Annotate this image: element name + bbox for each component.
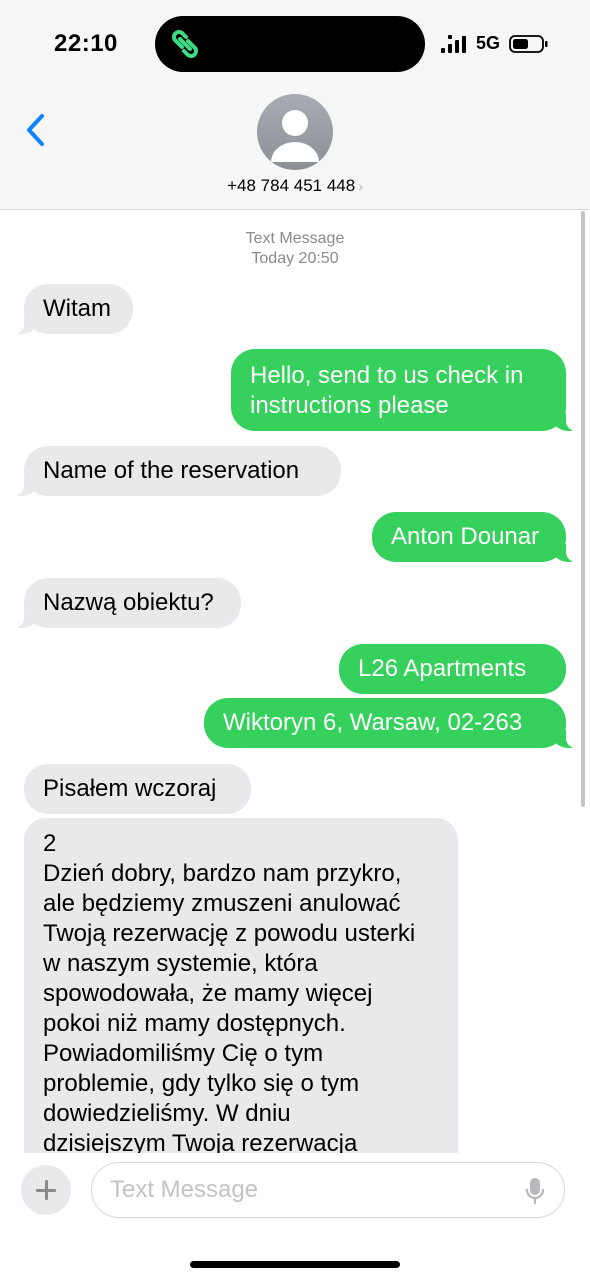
- incoming-message[interactable]: Witam: [14, 284, 133, 334]
- incoming-message[interactable]: 2 Dzień dobry, bardzo nam przykro, ale b…: [24, 818, 458, 1153]
- link-chain-icon: [172, 30, 198, 58]
- message-text: 2 Dzień dobry, bardzo nam przykro, ale b…: [43, 830, 416, 1153]
- back-chevron-icon[interactable]: [20, 110, 50, 150]
- message-field[interactable]: [91, 1162, 565, 1218]
- chevron-right-icon: ›: [358, 178, 363, 194]
- message-text: Anton Dounar: [391, 523, 540, 550]
- contact-avatar[interactable]: [257, 94, 333, 170]
- signal-bars-icon: [441, 35, 466, 53]
- conversation-header: +48 784 451 448 ›: [0, 88, 590, 210]
- message-text: Witam: [43, 295, 111, 322]
- compose-bar: [0, 1153, 590, 1280]
- incoming-message[interactable]: Nazwą obiektu?: [14, 578, 241, 628]
- battery-icon: [509, 35, 548, 53]
- incoming-message[interactable]: Pisałem wczoraj: [24, 764, 251, 814]
- scrollbar[interactable]: [581, 211, 585, 807]
- status-bar: 22:10 5G: [0, 0, 590, 88]
- dynamic-island: [155, 16, 425, 72]
- microphone-icon[interactable]: [525, 1177, 545, 1205]
- message-text: Hello, send to us check in instructions …: [250, 362, 524, 419]
- message-text: Nazwą obiektu?: [43, 589, 214, 616]
- outgoing-message[interactable]: Wiktoryn 6, Warsaw, 02-263: [204, 698, 576, 748]
- home-indicator[interactable]: [190, 1261, 400, 1268]
- outgoing-message[interactable]: Hello, send to us check in instructions …: [231, 349, 576, 431]
- message-thread[interactable]: Text Message Today 20:50 Witam Hello, se…: [0, 211, 590, 1153]
- status-time: 22:10: [54, 30, 118, 57]
- plus-icon[interactable]: [21, 1165, 71, 1215]
- outgoing-message[interactable]: L26 Apartments: [339, 644, 566, 694]
- message-text: Wiktoryn 6, Warsaw, 02-263: [223, 709, 523, 736]
- outgoing-message[interactable]: Anton Dounar: [372, 512, 576, 562]
- service-label: Text Message: [245, 230, 345, 247]
- message-text: Name of the reservation: [43, 457, 300, 484]
- contact-number: +48 784 451 448: [227, 176, 356, 195]
- incoming-message[interactable]: Name of the reservation: [14, 446, 341, 496]
- message-text: L26 Apartments: [358, 655, 527, 682]
- network-type: 5G: [476, 33, 501, 53]
- message-text: Pisałem wczoraj: [43, 775, 217, 802]
- thread-timestamp: Today 20:50: [251, 250, 339, 267]
- message-input[interactable]: [110, 1175, 510, 1205]
- contact-name[interactable]: +48 784 451 448 ›: [0, 176, 590, 196]
- person-silhouette-icon: [271, 110, 319, 162]
